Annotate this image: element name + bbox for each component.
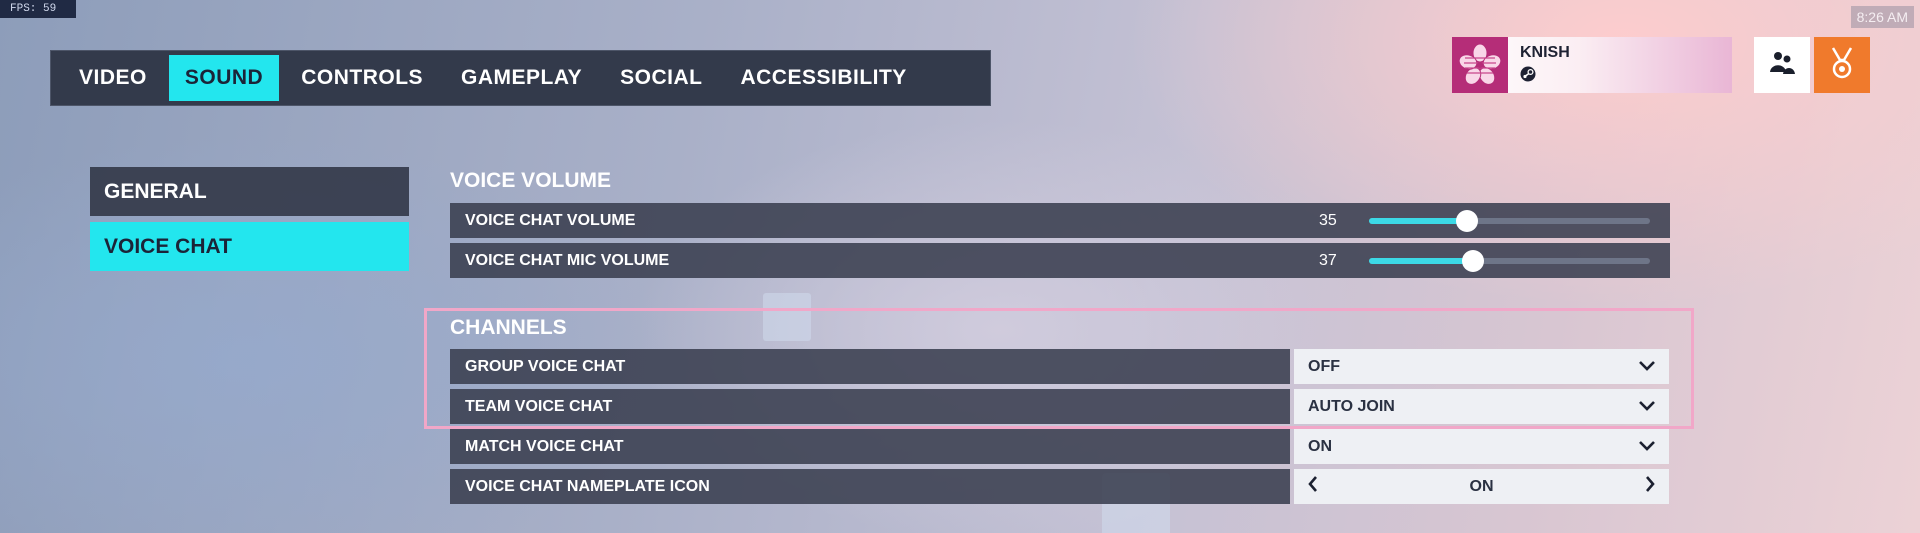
tab-sound[interactable]: SOUND [168,55,280,101]
steam-icon [1520,66,1570,87]
challenges-medal-icon [1827,46,1857,85]
fps-counter: FPS: 59 [0,0,76,18]
slider-fill [1369,257,1473,264]
focus-highlight-box [424,308,1694,429]
tab-accessibility[interactable]: ACCESSIBILITY [724,55,922,101]
tab-video[interactable]: VIDEO [63,55,163,101]
setting-label: VOICE CHAT MIC VOLUME [465,251,670,269]
clock: 8:26 AM [1850,6,1914,28]
chevron-right-icon[interactable] [1645,476,1655,497]
slider-handle[interactable] [1456,209,1479,232]
slider-fill [1369,217,1468,224]
setting-row-voice-chat-volume: VOICE CHAT VOLUME 35 [450,203,1670,238]
volume-value: 35 [1319,211,1337,229]
voice-chat-volume-slider[interactable] [1369,209,1650,232]
dropdown-value: ON [1308,437,1332,455]
tab-gameplay[interactable]: GAMEPLAY [445,55,598,101]
setting-row-voice-chat-mic-volume: VOICE CHAT MIC VOLUME 37 [450,243,1670,278]
voice-chat-mic-volume-slider[interactable] [1369,249,1650,272]
section-title-voice-volume: VOICE VOLUME [450,169,612,192]
volume-value: 37 [1319,251,1337,269]
tab-controls[interactable]: CONTROLS [285,55,439,101]
match-voice-chat-dropdown[interactable]: ON [1294,429,1669,464]
player-name: KNISH [1520,43,1570,61]
sidebar-item-voice-chat[interactable]: VOICE CHAT [90,222,409,271]
setting-label: VOICE CHAT NAMEPLATE ICON [465,477,710,495]
sidebar-item-general[interactable]: GENERAL [90,167,409,216]
setting-row-voice-chat-nameplate-icon: VOICE CHAT NAMEPLATE ICON [450,469,1290,504]
voice-chat-nameplate-icon-stepper[interactable]: ON [1294,469,1669,504]
sakura-flower-icon [1452,37,1508,93]
player-profile-card[interactable]: KNISH [1452,37,1732,93]
challenges-button[interactable] [1814,37,1870,93]
social-group-button[interactable] [1754,37,1810,93]
slider-handle[interactable] [1461,249,1484,272]
settings-tab-bar: VIDEO SOUND CONTROLS GAMEPLAY SOCIAL ACC… [50,50,991,106]
setting-label: MATCH VOICE CHAT [465,437,624,455]
social-group-icon [1767,50,1797,81]
tab-social[interactable]: SOCIAL [604,55,718,101]
setting-label: VOICE CHAT VOLUME [465,211,636,229]
chevron-down-icon [1639,438,1655,456]
stepper-value: ON [1469,477,1494,495]
chevron-left-icon[interactable] [1308,476,1318,497]
setting-row-match-voice-chat: MATCH VOICE CHAT [450,429,1290,464]
